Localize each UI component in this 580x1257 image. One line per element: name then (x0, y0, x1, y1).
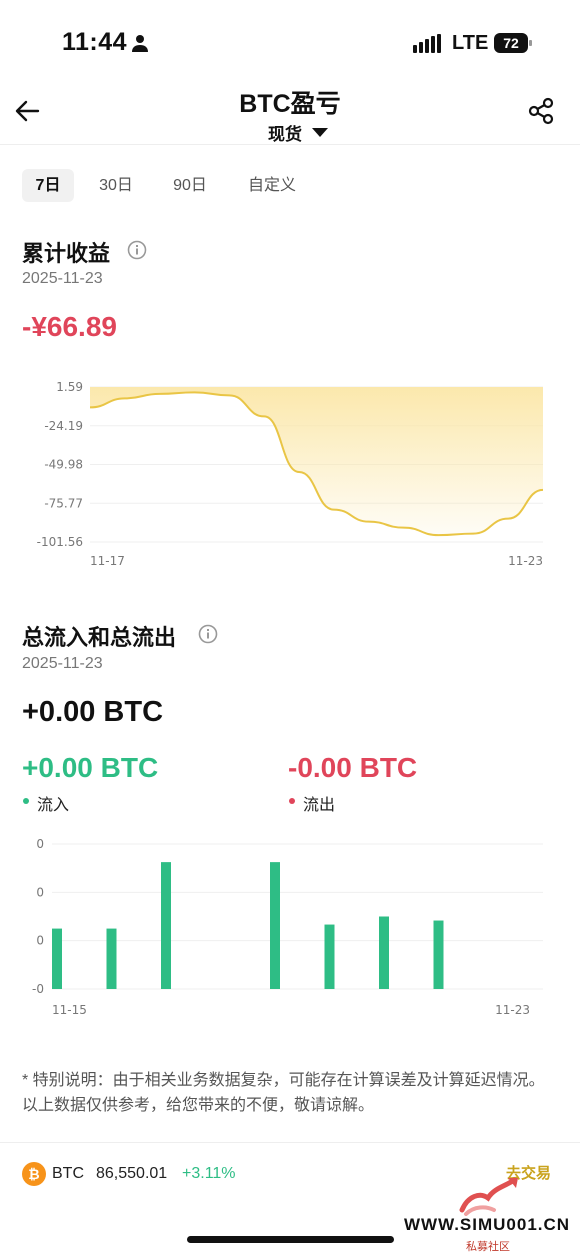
watermark-site: WWW.SIMU001.CN (404, 1215, 571, 1234)
flows-bar-chart: 0 0 0 -0 11-15 11-23 (32, 837, 543, 1017)
y-tick-label: -101.56 (37, 535, 83, 549)
tab-7d[interactable]: 7日 (22, 169, 74, 202)
ticker-change: +3.11% (182, 1165, 236, 1182)
inflow-bar (433, 920, 444, 989)
person-icon (132, 35, 148, 52)
battery-icon: 72 (494, 33, 532, 53)
x-tick-label: 11-17 (90, 554, 125, 568)
market-selector[interactable]: 现货 (268, 120, 328, 145)
ticker-symbol[interactable]: BTC (52, 1165, 84, 1183)
ticker-price: 86,550.01 (96, 1165, 168, 1182)
caret-down-icon (312, 128, 328, 137)
outflow-label: 流出 (303, 797, 336, 814)
home-indicator[interactable] (187, 1236, 394, 1243)
flows-date: 2025-11-23 (22, 655, 103, 672)
y-tick-label: -49.98 (44, 458, 83, 472)
battery-level: 72 (503, 35, 519, 51)
area-fill (90, 387, 543, 536)
pnl-value: -¥66.89 (22, 311, 117, 342)
watermark-sub: 私募社区 (466, 1241, 510, 1253)
y-tick-label: 0 (36, 885, 44, 899)
status-time: 11:44 (62, 28, 128, 56)
inflow-bar (379, 916, 389, 989)
inflow-bar (324, 924, 335, 989)
signal-icon (413, 34, 441, 53)
bitcoin-icon: ₿ (22, 1162, 46, 1186)
watermark-logo (459, 1177, 518, 1216)
inflow-label: 流入 (37, 797, 70, 814)
y-tick-label: 1.59 (56, 380, 83, 394)
inflow-legend-dot (23, 798, 29, 804)
inflow-bar (52, 928, 62, 989)
tab-30d[interactable]: 30日 (88, 169, 144, 202)
outflow-legend-dot (289, 798, 295, 804)
pnl-date: 2025-11-23 (22, 270, 103, 287)
disclaimer-note: * 特别说明：由于相关业务数据复杂，可能存在计算误差及计算延迟情况。以上数据仅供… (22, 1072, 545, 1114)
flows-title: 总流入和总流出 (22, 625, 177, 650)
y-tick-label: -24.19 (44, 419, 83, 433)
info-icon[interactable] (198, 624, 218, 644)
tab-custom[interactable]: 自定义 (238, 169, 306, 202)
share-icon[interactable] (527, 97, 555, 125)
x-tick-label: 11-23 (508, 554, 543, 568)
x-tick-label: 11-15 (52, 1003, 87, 1017)
y-tick-label: -75.77 (44, 496, 83, 510)
pnl-title: 累计收益 (22, 241, 111, 266)
footer-divider (0, 1142, 580, 1143)
net-flow-value: +0.00 BTC (22, 696, 164, 728)
y-tick-label: 0 (36, 934, 44, 948)
inflow-value: +0.00 BTC (22, 752, 159, 783)
header-divider (0, 144, 580, 145)
market-label: 现货 (268, 125, 302, 144)
y-tick-label: -0 (32, 982, 44, 996)
network-type: LTE (452, 32, 489, 54)
info-icon[interactable] (127, 240, 147, 260)
svg-text:₿: ₿ (28, 1167, 39, 1183)
x-tick-label: 11-23 (495, 1003, 530, 1017)
inflow-bar (270, 862, 280, 989)
y-tick-label: 0 (36, 837, 44, 851)
inflow-bar (106, 928, 117, 989)
outflow-value: -0.00 BTC (288, 752, 418, 783)
pnl-area-chart: 1.59 -24.19 -49.98 -75.77 -101.56 11-17 11-23 (37, 380, 544, 568)
tab-90d[interactable]: 90日 (162, 169, 218, 202)
inflow-bar (161, 862, 171, 989)
page-title: BTC盈亏 (239, 90, 341, 118)
